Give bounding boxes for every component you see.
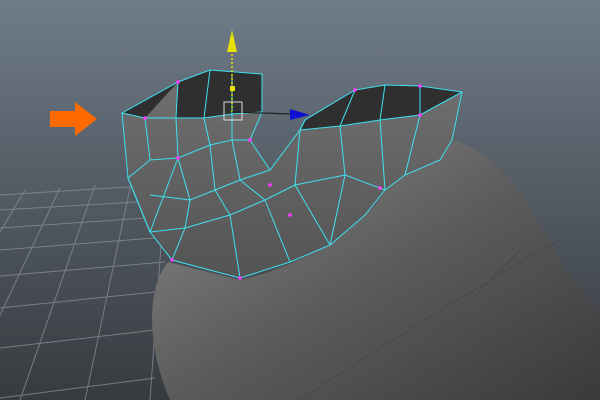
3d-viewport[interactable] (0, 0, 600, 400)
